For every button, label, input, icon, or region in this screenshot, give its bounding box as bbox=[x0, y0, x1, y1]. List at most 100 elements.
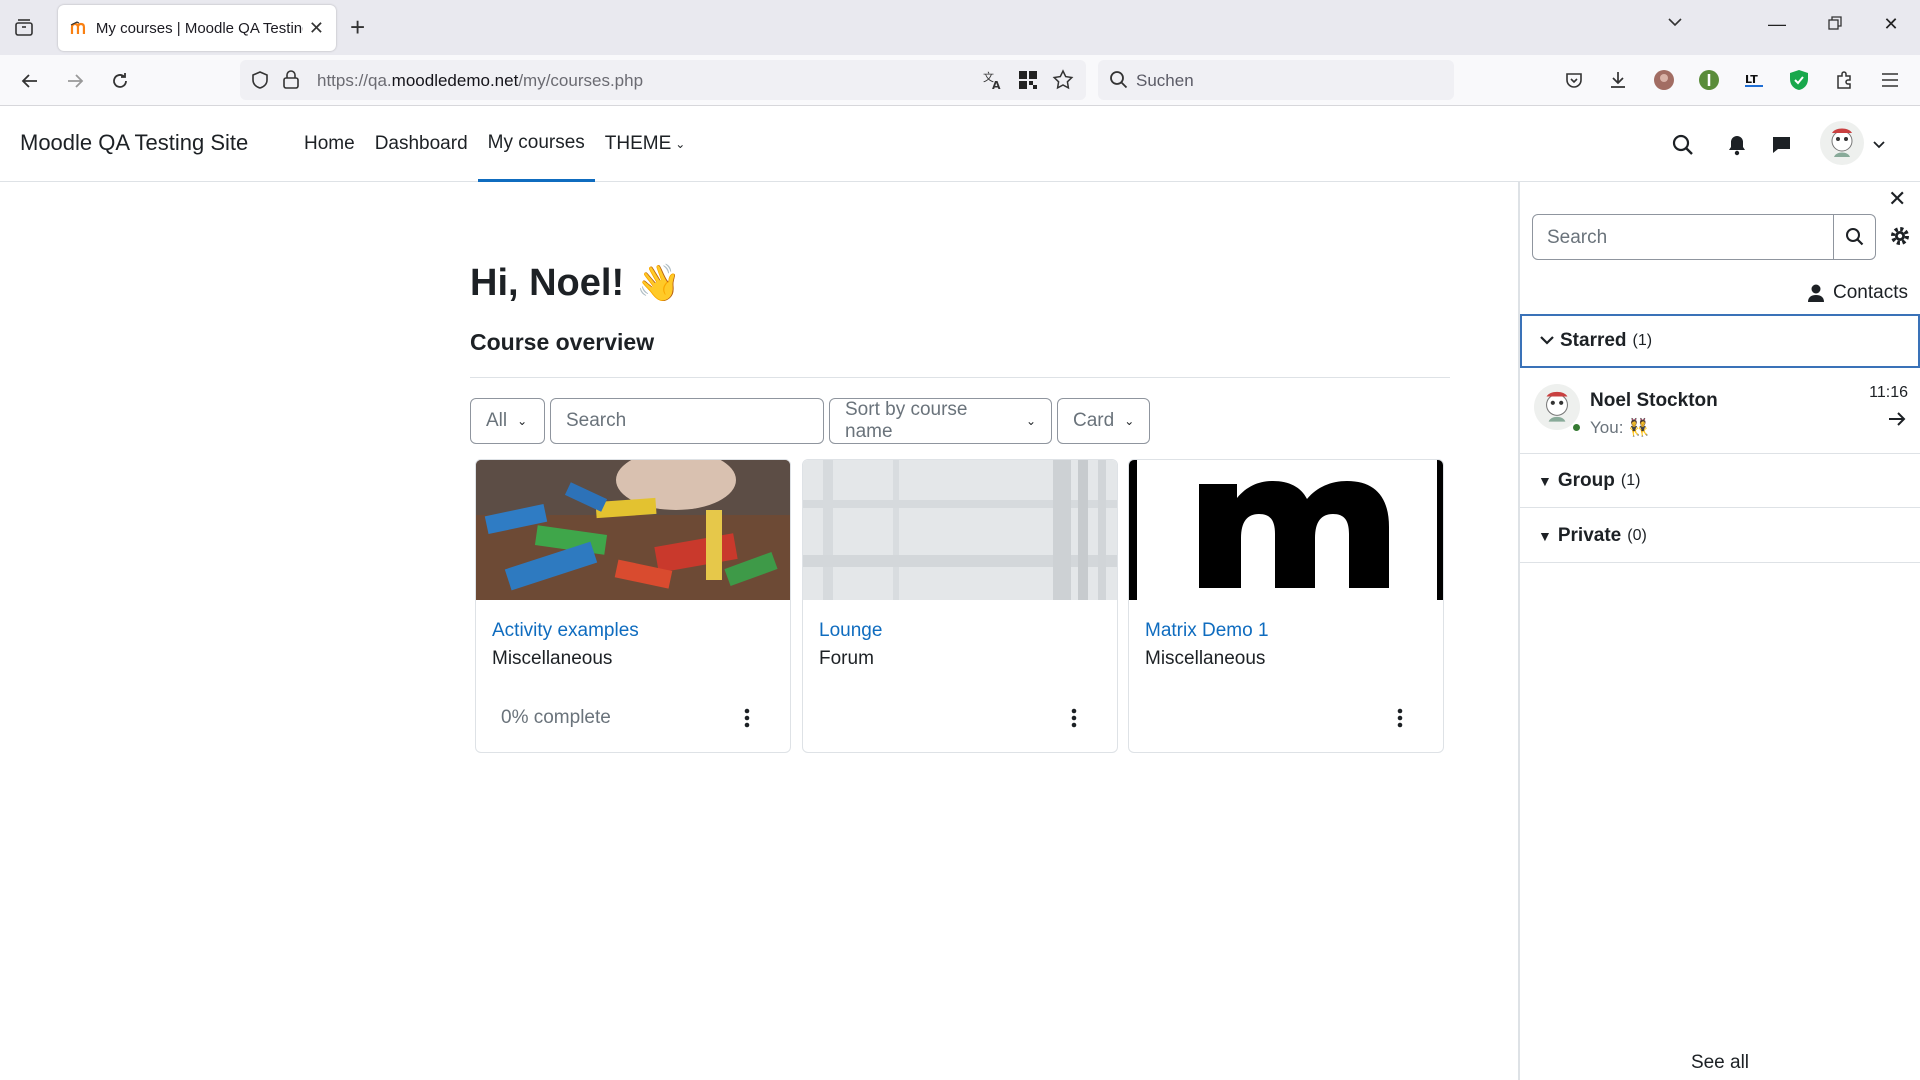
conversation-item[interactable]: Noel Stockton You: 👯 11:16 bbox=[1520, 372, 1920, 454]
page-title: Hi, Noel! 👋 bbox=[470, 262, 681, 305]
tab-list-icon[interactable] bbox=[12, 16, 36, 40]
grouping-filter-value: All bbox=[486, 410, 508, 431]
url-text[interactable]: https://qa.moodledemo.net/my/courses.php bbox=[317, 71, 643, 91]
forward-arrow-icon[interactable] bbox=[61, 67, 89, 95]
tab-close-icon[interactable]: ✕ bbox=[309, 18, 324, 39]
course-category: Miscellaneous bbox=[492, 648, 613, 669]
course-search-input[interactable]: Search bbox=[550, 398, 824, 444]
nav-theme-label: THEME bbox=[604, 133, 672, 155]
course-image-building-blocks[interactable] bbox=[476, 460, 791, 600]
wave-emoji: 👋 bbox=[636, 262, 681, 303]
conversation-name: Noel Stockton bbox=[1590, 390, 1718, 411]
section-private-count: (0) bbox=[1627, 526, 1647, 544]
close-icon[interactable]: ✕ bbox=[1888, 186, 1906, 212]
view-mode-dropdown[interactable]: Card ⌄ bbox=[1057, 398, 1150, 444]
browser-tab-active[interactable]: My courses | Moodle QA Testing ✕ bbox=[58, 5, 336, 51]
profile-extension-icon[interactable] bbox=[1652, 68, 1676, 92]
translate-icon[interactable]: 文A bbox=[982, 69, 1004, 96]
bell-icon[interactable] bbox=[1724, 132, 1750, 158]
hamburger-menu-icon[interactable] bbox=[1878, 68, 1902, 92]
window-close-icon[interactable]: ✕ bbox=[1876, 14, 1906, 35]
nav-home[interactable]: Home bbox=[294, 106, 365, 182]
qr-code-icon[interactable] bbox=[1018, 70, 1038, 95]
course-actions-kebab-icon[interactable] bbox=[1385, 703, 1415, 733]
caret-down-icon: ▼ bbox=[1538, 472, 1552, 489]
section-private-label: Private bbox=[1557, 524, 1622, 546]
online-status-dot bbox=[1571, 422, 1582, 433]
chevron-down-icon bbox=[1540, 333, 1554, 349]
course-image-pattern[interactable] bbox=[803, 460, 1118, 600]
site-name[interactable]: Moodle QA Testing Site bbox=[20, 130, 248, 156]
course-card[interactable]: Lounge Forum bbox=[802, 459, 1118, 753]
course-image-letter-m[interactable] bbox=[1129, 460, 1444, 600]
sort-value: Sort by course name bbox=[845, 399, 968, 442]
chevron-down-icon: ⌄ bbox=[675, 137, 686, 151]
conversation-time: 11:16 bbox=[1869, 384, 1908, 401]
svg-text:A: A bbox=[992, 79, 1001, 91]
course-search-placeholder: Search bbox=[566, 410, 627, 431]
browser-toolbar: https://qa.moodledemo.net/my/courses.php… bbox=[0, 55, 1920, 106]
extension-shield-green-icon[interactable] bbox=[1697, 68, 1721, 92]
course-card[interactable]: Activity examples Miscellaneous 0% compl… bbox=[475, 459, 791, 753]
course-actions-kebab-icon[interactable] bbox=[732, 703, 762, 733]
section-starred-label: Starred bbox=[1560, 330, 1627, 351]
course-name-link[interactable]: Activity examples bbox=[492, 620, 639, 642]
minimize-icon[interactable]: — bbox=[1762, 14, 1792, 35]
course-card[interactable]: Matrix Demo 1 Miscellaneous bbox=[1128, 459, 1444, 753]
nav-theme[interactable]: THEME ⌄ bbox=[595, 106, 696, 182]
section-starred-toggle[interactable]: Starred (1) bbox=[1520, 314, 1920, 368]
course-name-link[interactable]: Matrix Demo 1 bbox=[1145, 620, 1269, 642]
nav-my-courses[interactable]: My courses bbox=[477, 106, 595, 182]
lock-icon[interactable] bbox=[282, 69, 300, 94]
svg-text:LT: LT bbox=[1745, 73, 1758, 86]
tab-overflow-chevron-icon[interactable] bbox=[1660, 14, 1690, 35]
section-group-toggle[interactable]: ▼ Group (1) bbox=[1520, 454, 1920, 508]
messages-icon[interactable] bbox=[1768, 132, 1794, 158]
adblock-shield-icon[interactable] bbox=[1787, 68, 1811, 92]
tracking-shield-icon[interactable] bbox=[250, 70, 270, 95]
primary-navigation: Home Dashboard My courses THEME ⌄ bbox=[294, 106, 695, 182]
languagetool-icon[interactable]: LT bbox=[1742, 68, 1766, 92]
restore-icon[interactable] bbox=[1820, 14, 1850, 35]
arrow-right-icon bbox=[1888, 410, 1906, 433]
course-actions-kebab-icon[interactable] bbox=[1059, 703, 1089, 733]
course-progress: 0% complete bbox=[501, 707, 611, 728]
bookmark-star-icon[interactable] bbox=[1052, 69, 1074, 96]
course-category: Forum bbox=[819, 648, 874, 669]
message-search-button[interactable] bbox=[1834, 214, 1876, 260]
chevron-down-icon: ⌄ bbox=[1025, 414, 1036, 428]
section-starred-count: (1) bbox=[1632, 332, 1653, 349]
see-all-link[interactable]: See all bbox=[1520, 1052, 1920, 1074]
user-menu-chevron-down-icon[interactable] bbox=[1866, 132, 1892, 158]
grouping-filter-dropdown[interactable]: All ⌄ bbox=[470, 398, 545, 444]
chevron-down-icon: ⌄ bbox=[517, 414, 528, 428]
new-tab-icon[interactable]: + bbox=[350, 14, 365, 40]
search-icon[interactable] bbox=[1670, 132, 1696, 158]
search-icon bbox=[1109, 70, 1128, 94]
message-drawer: ✕ Search Contacts Starred (1) Noel Stock… bbox=[1518, 182, 1920, 1080]
section-group-count: (1) bbox=[1620, 471, 1641, 489]
moodle-header: Moodle QA Testing Site Home Dashboard My… bbox=[0, 106, 1920, 182]
gear-icon[interactable] bbox=[1888, 224, 1912, 248]
back-arrow-icon[interactable] bbox=[16, 67, 44, 95]
address-bar[interactable]: https://qa.moodledemo.net/my/courses.php… bbox=[240, 60, 1086, 100]
user-avatar[interactable] bbox=[1820, 121, 1864, 165]
section-private-toggle[interactable]: ▼ Private (0) bbox=[1520, 509, 1920, 563]
section-group-label: Group bbox=[1557, 469, 1615, 491]
extensions-puzzle-icon[interactable] bbox=[1832, 68, 1856, 92]
moodle-favicon-icon bbox=[70, 21, 86, 34]
chevron-down-icon: ⌄ bbox=[1124, 414, 1135, 428]
browser-search-placeholder: Suchen bbox=[1136, 71, 1194, 90]
message-search-placeholder: Search bbox=[1547, 227, 1608, 248]
user-icon bbox=[1808, 284, 1825, 302]
message-search-input[interactable]: Search bbox=[1532, 214, 1834, 260]
view-mode-value: Card bbox=[1073, 410, 1115, 431]
nav-dashboard[interactable]: Dashboard bbox=[365, 106, 478, 182]
contacts-link[interactable]: Contacts bbox=[1807, 282, 1908, 304]
browser-search-bar[interactable]: Suchen bbox=[1098, 60, 1454, 100]
download-icon[interactable] bbox=[1606, 68, 1630, 92]
sort-dropdown[interactable]: Sort by course name ⌄ bbox=[829, 398, 1052, 444]
pocket-icon[interactable] bbox=[1562, 68, 1586, 92]
reload-icon[interactable] bbox=[106, 67, 134, 95]
course-name-link[interactable]: Lounge bbox=[819, 620, 882, 642]
